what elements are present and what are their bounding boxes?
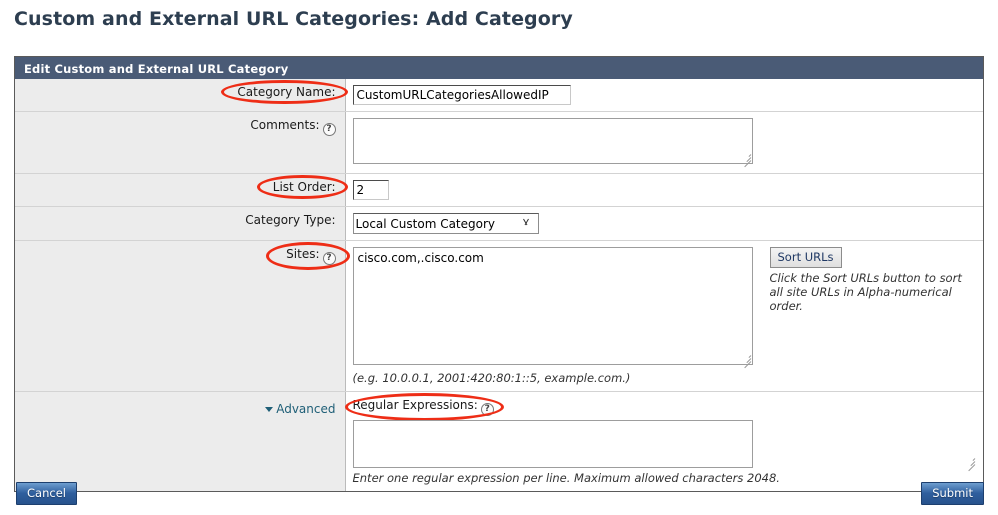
help-icon-regular-expressions[interactable]: ? <box>480 403 494 416</box>
value-cell-comments <box>345 111 983 174</box>
category-type-select-wrap: Local Custom Category <box>352 213 539 234</box>
sort-urls-help-text: Click the Sort URLs button to sort all s… <box>769 271 962 313</box>
sites-layout: cisco.com,.cisco.com (e.g. 10.0.0.1, 200… <box>352 247 978 385</box>
resize-grip-icon[interactable] <box>966 457 976 472</box>
value-cell-regular-expressions: Regular Expressions:? Enter one regular … <box>344 391 983 491</box>
row-sites: Sites:? cisco.com,.cisco.com (e.g. 10.0.… <box>15 240 983 392</box>
regular-expressions-textarea[interactable] <box>352 420 753 468</box>
sites-right: Sort URLs Click the Sort URLs button to … <box>769 247 975 313</box>
label-cell-advanced: Advanced <box>15 391 346 491</box>
row-list-order: List Order: <box>15 173 983 207</box>
sites-example-note: (e.g. 10.0.0.1, 2001:420:80:1::5, exampl… <box>352 371 631 385</box>
sort-urls-button[interactable]: Sort URLs <box>769 247 842 268</box>
page-root: Custom and External URL Categories: Add … <box>0 0 998 515</box>
advanced-label: Advanced <box>276 402 336 416</box>
category-name-input[interactable] <box>352 85 571 105</box>
sites-textarea[interactable]: cisco.com,.cisco.com <box>352 247 753 365</box>
label-cell-comments: Comments:? <box>15 111 346 174</box>
submit-button[interactable]: Submit <box>921 482 984 505</box>
row-comments: Comments:? <box>15 111 983 174</box>
label-cell-category-type: Category Type: <box>15 206 346 241</box>
label-category-name-wrap: Category Name: <box>221 80 348 104</box>
page-title: Custom and External URL Categories: Add … <box>14 8 573 30</box>
label-cell-list-order: List Order: <box>15 173 348 207</box>
help-icon-sites[interactable]: ? <box>322 252 336 265</box>
label-comments: Comments: <box>250 118 320 132</box>
sites-textarea-wrap: cisco.com,.cisco.com <box>352 247 753 369</box>
list-order-input[interactable] <box>352 180 389 200</box>
advanced-toggle[interactable]: Advanced <box>265 402 336 416</box>
label-category-type: Category Type: <box>245 213 336 227</box>
cancel-button[interactable]: Cancel <box>16 482 77 505</box>
label-cell-category-name: Category Name: <box>15 79 348 112</box>
value-cell-sites: cisco.com,.cisco.com (e.g. 10.0.0.1, 200… <box>345 240 983 392</box>
label-list-order-wrap: List Order: <box>256 175 348 199</box>
label-sites-wrap: Sites:? <box>266 242 350 270</box>
comments-textarea[interactable] <box>352 118 753 164</box>
row-category-name: Category Name: <box>15 79 983 112</box>
sites-left: cisco.com,.cisco.com (e.g. 10.0.0.1, 200… <box>352 247 753 385</box>
chevron-down-icon <box>265 407 274 412</box>
label-category-name: Category Name: <box>237 85 336 99</box>
label-cell-sites: Sites:? <box>15 240 350 392</box>
row-category-type: Category Type: Local Custom Category <box>15 206 983 241</box>
comments-textarea-wrap <box>352 118 753 168</box>
panel-header: Edit Custom and External URL Category <box>15 57 983 79</box>
regular-expressions-textarea-wrap <box>352 420 978 472</box>
value-cell-category-type: Local Custom Category <box>345 206 983 241</box>
label-sites: Sites: <box>286 247 320 261</box>
edit-category-panel: Edit Custom and External URL Category Ca… <box>14 56 984 492</box>
regular-expressions-label-wrap: Regular Expressions:? <box>344 393 504 421</box>
help-icon-comments[interactable]: ? <box>322 123 336 136</box>
row-advanced: Advanced Regular Expressions:? Enter one… <box>15 391 983 491</box>
label-list-order: List Order: <box>272 180 336 194</box>
value-cell-category-name <box>345 79 983 112</box>
category-form-table: Category Name: Comments:? <box>15 79 983 491</box>
label-regular-expressions: Regular Expressions: <box>352 398 478 412</box>
value-cell-list-order <box>345 173 983 207</box>
regular-expressions-note: Enter one regular expression per line. M… <box>352 471 780 485</box>
category-type-select[interactable]: Local Custom Category <box>352 213 539 234</box>
